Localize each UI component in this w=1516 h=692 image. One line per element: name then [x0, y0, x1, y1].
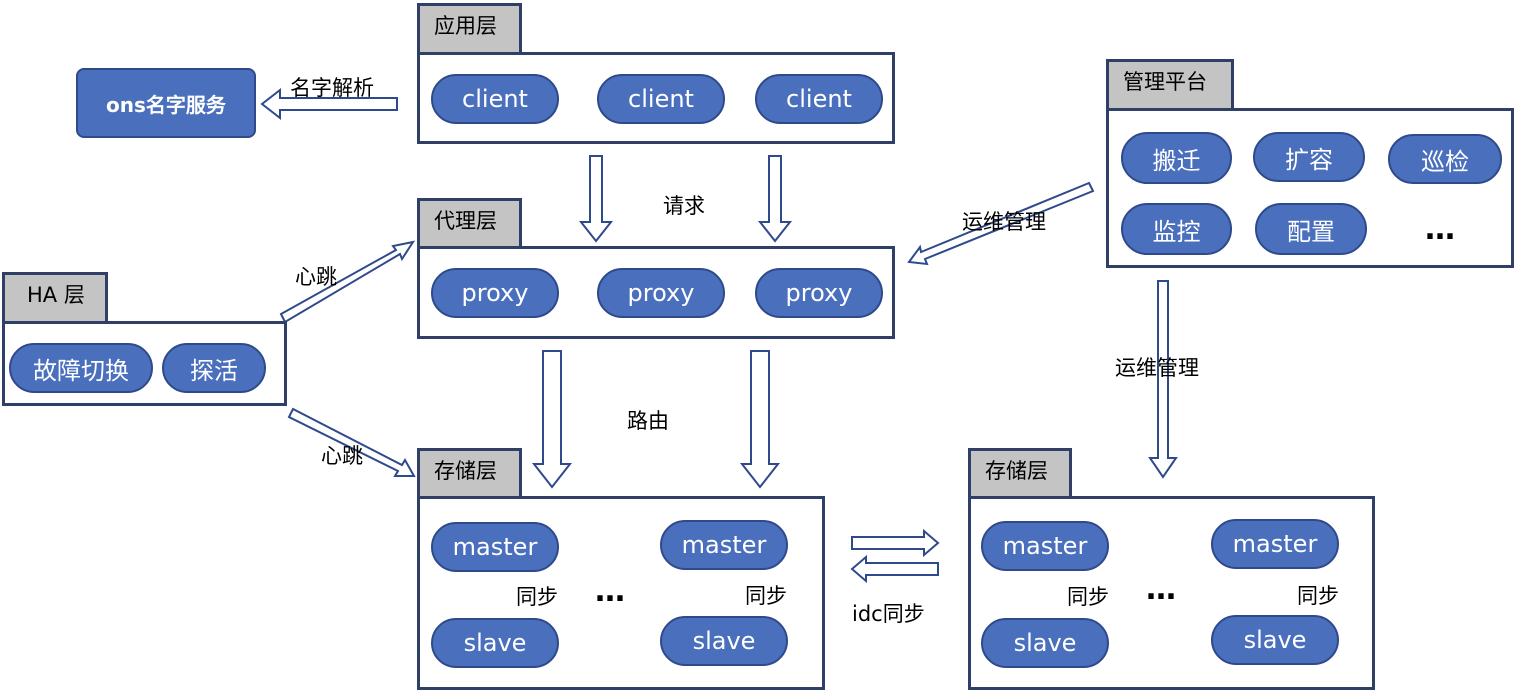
slave-l1: slave [431, 618, 559, 668]
mgmt-monitor: 监控 [1121, 203, 1232, 255]
slave-l2: slave [660, 616, 788, 666]
client-1: client [431, 74, 559, 124]
slave-r2: slave [1211, 615, 1339, 665]
ops-label-vertical: 运维管理 [1115, 356, 1199, 380]
idc-sync-label: idc同步 [852, 602, 925, 626]
master-r2: master [1211, 519, 1339, 569]
master-r1: master [981, 521, 1109, 571]
proxy-1: proxy [431, 268, 559, 318]
request-arrow-2 [757, 155, 793, 243]
request-arrow-1 [578, 155, 614, 243]
ha-layer-tab: HA 层 [2, 272, 108, 322]
sync-label-l2: 同步 [745, 584, 787, 608]
probe-item: 探活 [162, 343, 266, 393]
heartbeat-label-up: 心跳 [295, 265, 337, 289]
name-resolve-label: 名字解析 [290, 76, 374, 100]
mgmt-migrate: 搬迁 [1121, 132, 1232, 184]
ons-name-service: ons名字服务 [76, 68, 256, 138]
sync-label-l1: 同步 [516, 585, 558, 609]
slave-r1: slave [981, 618, 1109, 668]
failover-item: 故障切换 [9, 343, 153, 393]
mgmt-more: … [1425, 212, 1459, 247]
proxy-layer-tab: 代理层 [417, 198, 522, 248]
storage-left-tab: 存储层 [417, 448, 522, 498]
master-l2: master [660, 520, 788, 570]
sync-label-r1: 同步 [1067, 585, 1109, 609]
idc-sync-arrow-left [850, 554, 939, 584]
storage-left-more: … [595, 574, 629, 609]
client-2: client [597, 74, 725, 124]
route-arrow-2 [739, 350, 781, 489]
sync-label-r2: 同步 [1297, 584, 1339, 608]
storage-right-tab: 存储层 [968, 448, 1072, 498]
idc-sync-arrow-right [851, 528, 940, 558]
master-l1: master [431, 522, 559, 572]
mgmt-config: 配置 [1255, 203, 1367, 255]
app-layer-tab: 应用层 [417, 3, 522, 53]
request-label: 请求 [663, 194, 705, 218]
route-label: 路由 [627, 409, 669, 433]
ops-label-diagonal: 运维管理 [962, 210, 1046, 234]
storage-right-more: … [1146, 572, 1180, 607]
client-3: client [755, 74, 883, 124]
route-arrow-1 [531, 350, 573, 489]
mgmt-scale: 扩容 [1253, 132, 1365, 182]
mgmt-inspect: 巡检 [1388, 134, 1502, 184]
heartbeat-label-down: 心跳 [321, 444, 363, 468]
proxy-2: proxy [597, 268, 725, 318]
mgmt-tab: 管理平台 [1106, 59, 1234, 110]
proxy-3: proxy [755, 268, 883, 318]
